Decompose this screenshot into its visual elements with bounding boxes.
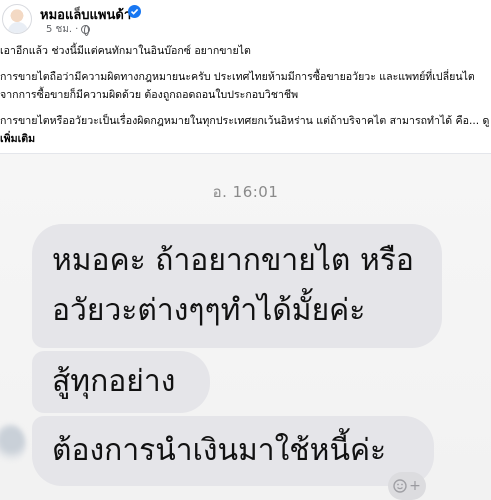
post-paragraph-1: เอาอีกแล้ว ช่วงนี้มีแต่คนทักมาในอินบ๊อกซ… [0,45,251,57]
post-header: หมอแล็บแพนด้า 5 ชม. · [0,0,491,40]
meta-separator: · [75,24,79,35]
message-bubble-1-line-2: อวัยวะต่างๆๆทำได้มั้ยค่ะ [52,293,366,328]
sender-avatar-blurred [0,424,26,464]
author-avatar[interactable] [2,4,32,34]
message-bubble-1-line-1: หมอคะ ถ้าอยากขายไต หรือ [52,243,414,278]
post-paragraph-2-line-2: จากการซื้อขายก็มีความผิดด้วย ต้องถูกถอดถ… [0,89,299,101]
verified-badge-icon [128,5,141,18]
post-paragraph-2-line-1: การขายไตถือว่ามีความผิดทางกฎหมายนะครับ ป… [0,71,475,83]
add-reaction-icon[interactable]: + [388,472,426,500]
chat-timestamp: อ. 16:01 [212,183,279,201]
globe-icon [81,25,91,36]
post-meta: 5 ชม. · [46,22,91,37]
message-bubble-2: สู้ทุกอย่าง [32,351,210,413]
see-more-link[interactable]: เพิ่มเติม [0,133,35,145]
post-text: เอาอีกแล้ว ช่วงนี้มีแต่คนทักมาในอินบ๊อกซ… [0,42,491,148]
chat-screenshot: อ. 16:01 หมอคะ ถ้าอยากขายไต หรือ อวัยวะต… [0,154,491,500]
message-bubble-1: หมอคะ ถ้าอยากขายไต หรือ อวัยวะต่างๆๆทำได… [32,224,442,348]
post-time[interactable]: 5 ชม. [46,22,72,37]
post-paragraph-3-line-1: การขายไตหรืออวัยวะเป็นเรื่องผิดกฎหมายในท… [0,115,490,127]
message-bubble-3: ต้องการนำเงินมาใช้หนี้ค่ะ [32,416,434,486]
